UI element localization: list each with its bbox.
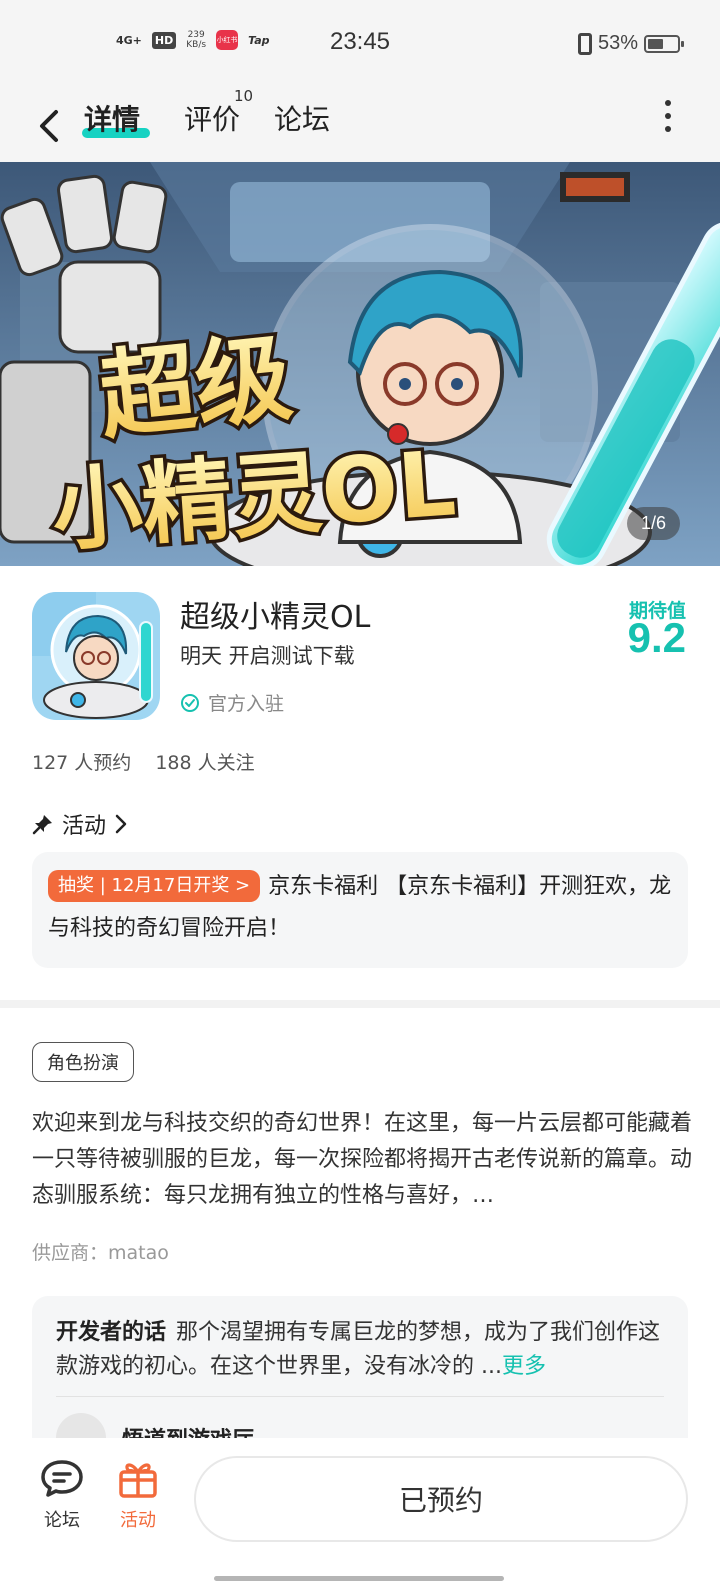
banner-artwork: 超级 小精灵OL: [0, 162, 720, 566]
forum-icon: [41, 1460, 83, 1497]
top-nav: 详情 评价 10 论坛: [0, 87, 720, 162]
expectation-score: 9.2: [627, 614, 686, 661]
review-count-badge: 10: [234, 87, 254, 105]
supplier: 供应商：matao: [32, 1242, 169, 1264]
tab-detail-label: 详情: [84, 103, 141, 136]
bottom-forum-label: 论坛: [44, 1510, 80, 1531]
follower-count: 188 人关注: [155, 752, 255, 774]
reserved-button[interactable]: 已预约: [194, 1456, 688, 1542]
developer-note: 开发者的话 那个渴望拥有专属巨龙的梦想，成为了我们创作这款游戏的初心。在这个世界里…: [56, 1316, 664, 1384]
developer-separator: [56, 1396, 664, 1397]
chevron-right-icon: [115, 814, 127, 834]
tab-forum[interactable]: 论坛: [274, 98, 330, 138]
activity-header-label: 活动: [62, 814, 107, 839]
section-divider: [0, 1000, 720, 1008]
battery-percent: 53%: [597, 32, 638, 54]
battery-cap: [681, 40, 684, 47]
back-icon[interactable]: [36, 108, 66, 144]
verified-check-icon: [181, 693, 199, 712]
activity-header[interactable]: 活动: [32, 808, 128, 840]
game-description[interactable]: 欢迎来到龙与科技交织的奇幻世界！在这里，每一片云层都可能藏着一只等待被驯服的巨龙…: [32, 1106, 692, 1214]
bottom-action-bar: 论坛 活动 已预约: [0, 1438, 720, 1584]
game-title: 超级小精灵OL: [180, 600, 371, 635]
vibrate-icon: [577, 32, 592, 55]
status-right-icons: 53%: [577, 32, 684, 55]
game-icon[interactable]: [32, 592, 160, 720]
game-status: 明天 开启测试下载: [180, 644, 355, 668]
home-indicator[interactable]: [214, 1576, 504, 1581]
developer-note-title: 开发者的话: [56, 1320, 167, 1345]
carousel-page-indicator: 1/6: [626, 507, 680, 540]
battery-fill: [648, 38, 663, 49]
status-bar: 4G+ HD 239 KB/s 小红书 Tap 23:45 53%: [0, 0, 720, 90]
bottom-activity-label: 活动: [120, 1510, 156, 1531]
more-icon[interactable]: [664, 100, 672, 132]
tab-detail[interactable]: 详情: [84, 98, 140, 138]
pin-icon: [32, 815, 52, 835]
bottom-forum-button[interactable]: 论坛: [32, 1458, 92, 1532]
reservation-count: 127 人预约: [32, 752, 132, 774]
more-link[interactable]: 更多: [502, 1354, 546, 1379]
developer-note-card[interactable]: 开发者的话 那个渴望拥有专属巨龙的梦想，成为了我们创作这款游戏的初心。在这个世界里…: [32, 1296, 688, 1446]
verified-badge: 官方入驻: [180, 689, 284, 716]
verified-label: 官方入驻: [208, 693, 285, 715]
activity-card[interactable]: 抽奖 | 12月17日开奖 > 京东卡福利 【京东卡福利】开测狂欢，龙与科技的奇幻…: [32, 852, 688, 968]
genre-tag[interactable]: 角色扮演: [32, 1042, 134, 1082]
gift-icon: [119, 1463, 157, 1498]
game-stats: 127 人预约 188 人关注: [32, 748, 255, 775]
banner-carousel[interactable]: 超级 小精灵OL 1/6: [0, 162, 720, 566]
lottery-badge[interactable]: 抽奖 | 12月17日开奖 >: [48, 870, 261, 902]
bottom-activity-button[interactable]: 活动: [108, 1458, 168, 1532]
banner-title-line1: 超级: [94, 322, 297, 453]
tab-reviews[interactable]: 评价: [184, 98, 240, 138]
battery-icon: [644, 34, 684, 53]
game-icon-art: [32, 592, 160, 720]
